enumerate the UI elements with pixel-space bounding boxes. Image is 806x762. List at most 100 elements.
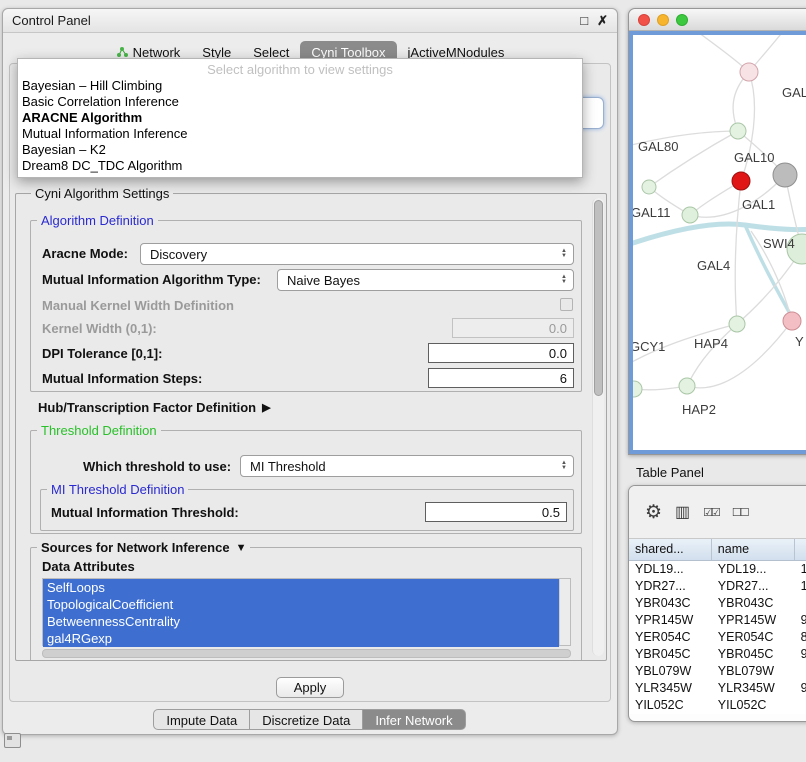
attribute-list-scrollbar[interactable] [559,579,570,645]
table-cell[interactable]: YIL052C [712,697,795,714]
network-edge[interactable] [691,35,749,72]
settings-scrollbar-thumb[interactable] [594,200,603,396]
algorithm-option[interactable]: Bayesian – Hill Climbing [18,78,582,94]
network-canvas[interactable]: GAL80GAL10GAL11GAL1SWI4GAL4GCY1HAP4HAP2G… [629,31,806,454]
table-cell[interactable]: 12 [795,578,806,595]
network-node[interactable] [740,63,758,81]
table-cell[interactable]: YBR043C [712,595,795,612]
network-node[interactable] [642,180,656,194]
table-cell[interactable]: 9. [795,680,806,697]
network-graph[interactable]: GAL80GAL10GAL11GAL1SWI4GAL4GCY1HAP4HAP2G… [633,35,806,452]
network-edge[interactable] [735,181,741,324]
table-toolbar: ⚙ ▥ ☑☑ ☐☐ [629,486,806,539]
table-cell[interactable]: YBL079W [629,663,712,680]
table-row[interactable]: YDL19...YDL19...13 [629,561,806,578]
tab-discretize-data[interactable]: Discretize Data [249,709,363,730]
close-icon[interactable]: ✗ [597,14,608,27]
aracne-mode-combobox[interactable]: Discovery ▲▼ [140,243,574,265]
cyni-algorithm-settings-title: Cyni Algorithm Settings [31,186,173,201]
table-cell[interactable]: YLR345W [712,680,795,697]
table-cell[interactable]: YDL19... [629,561,712,578]
algorithm-option[interactable]: ARACNE Algorithm [18,110,582,126]
network-window-titlebar[interactable] [629,9,806,31]
which-threshold-value: MI Threshold [250,459,326,474]
table-row[interactable]: YPR145WYPR145W9. [629,612,806,629]
network-node[interactable] [783,312,801,330]
table-cell[interactable]: 9. [795,646,806,663]
zoom-button[interactable] [676,14,688,26]
table-row[interactable]: YDR27...YDR27...12 [629,578,806,595]
table-cell[interactable]: YBL079W [712,663,795,680]
table-cell[interactable] [795,697,806,714]
column-header-shared-name[interactable]: shared... [629,539,712,560]
attribute-list-hscrollbar[interactable] [42,649,571,658]
attribute-item[interactable]: TopologicalCoefficient [43,596,559,613]
float-window-icon[interactable]: □ [580,14,588,27]
manual-kernel-checkbox[interactable] [560,298,573,311]
kernel-width-field[interactable] [452,318,574,338]
network-node[interactable] [773,163,797,187]
mi-steps-field[interactable] [428,368,574,388]
attribute-item[interactable]: SelfLoops [43,579,559,596]
table-cell[interactable]: YPR145W [629,612,712,629]
table-row[interactable]: YBR045CYBR045C9. [629,646,806,663]
algorithm-option[interactable]: Dream8 DC_TDC Algorithm [18,158,582,174]
table-cell[interactable]: YBR045C [629,646,712,663]
algorithm-option[interactable]: Bayesian – K2 [18,142,582,158]
table-cell[interactable]: YBR045C [712,646,795,663]
tab-impute-data[interactable]: Impute Data [153,709,250,730]
mi-threshold-field[interactable] [425,502,567,522]
network-node[interactable] [730,123,746,139]
table-row[interactable]: YBL079WYBL079W [629,663,806,680]
table-cell[interactable]: YLR345W [629,680,712,697]
table-row[interactable]: YLR345WYLR345W9. [629,680,806,697]
table-cell[interactable]: YPR145W [712,612,795,629]
column-header-name[interactable]: name [712,539,795,560]
gear-icon[interactable]: ⚙ [645,501,662,524]
table-cell[interactable]: YER054C [712,629,795,646]
network-node[interactable] [679,378,695,394]
table-cell[interactable]: YIL052C [629,697,712,714]
columns-icon[interactable]: ▥ [675,502,690,522]
table-cell[interactable]: YER054C [629,629,712,646]
sources-toggle[interactable]: Sources for Network Inference ▼ [37,540,250,555]
table-cell[interactable]: YDR27... [712,578,795,595]
column-header-clipped[interactable] [795,539,806,560]
network-node[interactable] [633,381,642,397]
network-node[interactable] [682,207,698,223]
attribute-item[interactable]: BetweennessCentrality [43,613,559,630]
bottom-tabs: Impute Data Discretize Data Infer Networ… [3,709,617,731]
table-cell[interactable] [795,595,806,612]
network-edge[interactable] [687,324,737,386]
mi-type-label: Mutual Information Algorithm Type: [42,272,261,287]
attribute-item[interactable]: gal4RGexp [43,630,559,647]
table-row[interactable]: YIL052CYIL052C [629,697,806,714]
table-cell[interactable]: 8. [795,629,806,646]
minimize-button[interactable] [657,14,669,26]
table-cell[interactable]: YDL19... [712,561,795,578]
table-cell[interactable]: 13 [795,561,806,578]
network-node[interactable] [729,316,745,332]
mi-type-combobox[interactable]: Naive Bayes ▲▼ [277,269,574,291]
table-cell[interactable]: 9. [795,612,806,629]
table-cell[interactable]: YDR27... [629,578,712,595]
algorithm-option[interactable]: Mutual Information Inference [18,126,582,142]
dpi-tolerance-field[interactable] [428,343,574,363]
close-button[interactable] [638,14,650,26]
tab-infer-network[interactable]: Infer Network [362,709,465,730]
hub-definition-toggle[interactable]: Hub/Transcription Factor Definition ▶ [38,400,271,415]
minimized-panel-icon[interactable] [4,733,21,748]
select-all-icon[interactable]: ☑☑ [703,506,719,519]
which-threshold-combobox[interactable]: MI Threshold ▲▼ [240,455,574,477]
table-row[interactable]: YBR043CYBR043C [629,595,806,612]
algorithm-option[interactable]: Basic Correlation Inference [18,94,582,110]
data-attribute-list[interactable]: SelfLoopsTopologicalCoefficientBetweenne… [42,578,571,646]
control-panel-titlebar[interactable]: Control Panel □ ✗ [3,9,617,33]
table-cell[interactable]: YBR043C [629,595,712,612]
table-row[interactable]: YER054CYER054C8. [629,629,806,646]
table-cell[interactable] [795,663,806,680]
network-node[interactable] [732,172,750,190]
deselect-all-icon[interactable]: ☐☐ [732,506,748,519]
settings-scrollbar[interactable] [592,198,604,656]
apply-button[interactable]: Apply [276,677,344,698]
